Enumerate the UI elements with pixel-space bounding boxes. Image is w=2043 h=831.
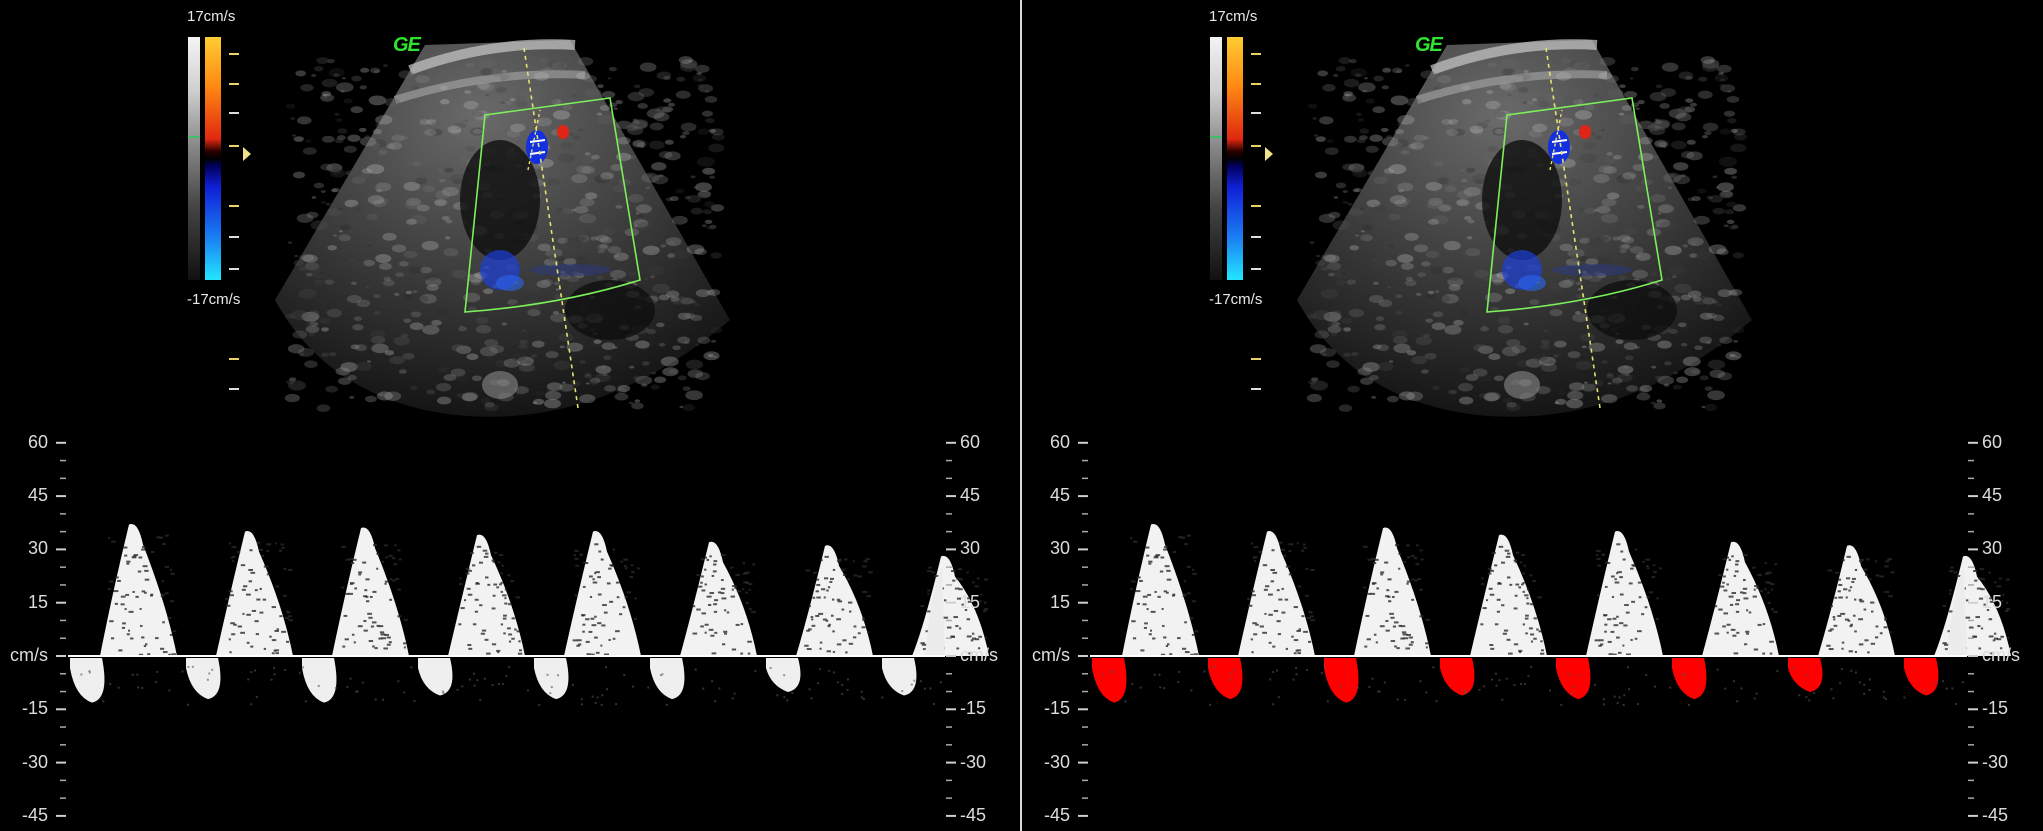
axis-label-left: -15 [1043, 698, 1070, 719]
reverse-flow-segmentation [1324, 658, 1359, 703]
axis-label-right: -30 [1982, 751, 2009, 772]
forward-flow-wave [448, 534, 525, 656]
reverse-flow-wave [650, 658, 685, 700]
forward-flow-wave [332, 527, 409, 656]
forward-flow-wave [216, 531, 294, 656]
axis-label-right: cm/s [960, 645, 998, 665]
axis-label-right: 60 [1982, 431, 2003, 452]
reverse-flow-wave [302, 658, 337, 703]
axis-label-left: -30 [21, 751, 48, 772]
axis-label-right: 15 [1982, 591, 2003, 612]
axis-label-right: -45 [960, 804, 987, 825]
reverse-flow-wave [70, 658, 105, 703]
axis-label-right: 45 [1982, 485, 2003, 506]
axis-label-right: 45 [960, 485, 981, 506]
forward-flow-wave [1238, 531, 1316, 656]
axis-label-left: -45 [21, 804, 48, 825]
reverse-flow-segmentation [1904, 658, 1939, 696]
forward-flow-wave [1354, 527, 1431, 656]
axis-label-right: 15 [960, 591, 981, 612]
reverse-flow-segmentation [1440, 658, 1475, 696]
reverse-flow-segmentation [1092, 658, 1127, 703]
forward-flow-wave [1122, 523, 1199, 656]
spectral-doppler-trace [56, 441, 989, 817]
axis-label-left: -30 [1043, 751, 1070, 772]
axis-label-left: cm/s [10, 645, 48, 665]
forward-flow-wave [1586, 531, 1663, 656]
spectral-doppler-trace [1078, 441, 2011, 817]
reverse-flow-wave [186, 658, 221, 700]
axis-label-right: 60 [960, 431, 981, 452]
axis-label-left: -45 [1043, 804, 1070, 825]
axis-label-right: -30 [960, 751, 987, 772]
axis-label-right: -45 [1982, 804, 2009, 825]
axis-label-left: cm/s [1032, 645, 1070, 665]
axis-label-right: 30 [1982, 538, 2003, 559]
forward-flow-wave [100, 523, 177, 656]
forward-flow-wave [680, 541, 757, 656]
axis-label-left: -15 [21, 698, 48, 719]
axis-label-right: cm/s [1982, 645, 2020, 665]
axis-label-right: -15 [960, 698, 987, 719]
axis-label-left: 60 [27, 431, 48, 452]
axis-label-left: 30 [27, 538, 48, 559]
ultrasound-panel-original: 17cm/s -17cm/s GE 60 60 45 45 30 30 15 15 cm/s cm… [0, 0, 1020, 831]
reverse-flow-wave [418, 658, 453, 696]
axis-label-right: 30 [960, 538, 981, 559]
forward-flow-wave [1702, 541, 1779, 656]
axis-label-left: 15 [1049, 591, 1070, 612]
reverse-flow-segmentation [1208, 658, 1243, 700]
axis-label-left: 45 [27, 485, 48, 506]
axis-label-right: -15 [1982, 698, 2009, 719]
ultrasound-panel-segmented: 17cm/s -17cm/s GE 60 60 45 45 30 30 15 15 cm/s cm… [1022, 0, 2042, 831]
axis-label-left: 30 [1049, 538, 1070, 559]
forward-flow-wave [564, 531, 641, 656]
reverse-flow-wave [882, 658, 917, 696]
reverse-flow-segmentation [1672, 658, 1707, 700]
forward-flow-wave [1818, 545, 1895, 656]
forward-flow-wave [796, 545, 873, 656]
axis-label-left: 15 [27, 591, 48, 612]
axis-label-left: 60 [1049, 431, 1070, 452]
axis-label-left: 45 [1049, 485, 1070, 506]
forward-flow-wave [1470, 534, 1547, 656]
